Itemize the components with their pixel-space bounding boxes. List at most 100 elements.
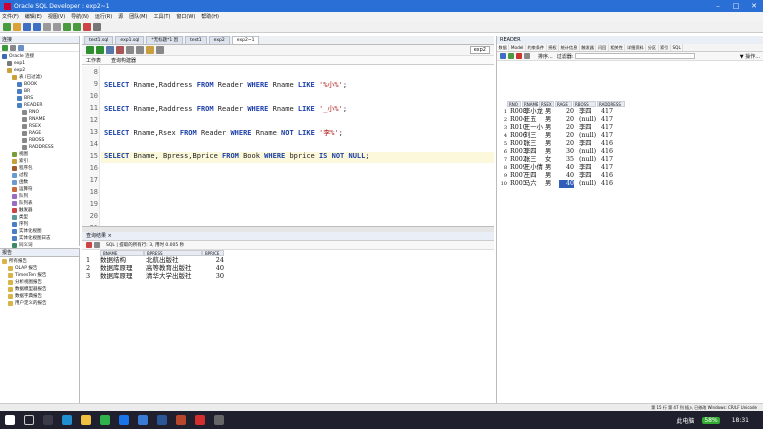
result-cell[interactable]: 数据库原理 bbox=[100, 272, 133, 280]
filter-icon[interactable] bbox=[18, 44, 24, 51]
edge-icon[interactable] bbox=[62, 415, 72, 425]
result-cell[interactable]: 清华大学出版社 bbox=[146, 272, 192, 280]
reader-cell[interactable]: 男 bbox=[545, 116, 551, 124]
reader-tab[interactable]: 详细资料 bbox=[625, 44, 647, 51]
save-icon[interactable] bbox=[23, 22, 31, 31]
tree-item[interactable]: BR bbox=[0, 88, 79, 95]
result-cell[interactable]: 北航出版社 bbox=[146, 256, 179, 264]
app-icon[interactable] bbox=[214, 415, 224, 425]
tab-exp1-sql[interactable]: exp1.sql bbox=[115, 36, 145, 44]
browser-icon[interactable] bbox=[119, 415, 129, 425]
pin-icon[interactable] bbox=[500, 53, 506, 59]
reader-cell[interactable]: 40 bbox=[559, 164, 574, 172]
result-cell[interactable]: 40 bbox=[202, 264, 224, 272]
tree-item[interactable]: exp2 bbox=[0, 67, 79, 74]
close-button[interactable]: ✕ bbox=[745, 0, 763, 12]
report-item[interactable]: 数据字典报告 bbox=[0, 293, 79, 300]
tree-item[interactable]: Oracle 连接 bbox=[0, 53, 79, 60]
explain-plan-icon[interactable] bbox=[126, 46, 134, 54]
reader-cell[interactable]: 男 bbox=[545, 148, 551, 156]
tree-item[interactable]: 函数 bbox=[0, 179, 79, 186]
undo-icon[interactable] bbox=[43, 22, 51, 31]
tree-item[interactable]: 触发器 bbox=[0, 207, 79, 214]
reader-cell[interactable]: 李四 bbox=[579, 124, 592, 132]
clear-icon[interactable] bbox=[146, 46, 154, 54]
reader-tab[interactable]: 数据 bbox=[497, 44, 510, 51]
add-row-icon[interactable] bbox=[508, 53, 514, 59]
report-item[interactable]: 数据模型器报告 bbox=[0, 286, 79, 293]
task-view-icon[interactable] bbox=[43, 415, 53, 425]
tree-item[interactable]: 队列表 bbox=[0, 200, 79, 207]
reader-cell[interactable]: 416 bbox=[601, 140, 613, 148]
reader-cell[interactable]: 王四 bbox=[524, 172, 537, 180]
menu-window[interactable]: 窗口(W) bbox=[176, 13, 195, 20]
reader-tab[interactable]: Model bbox=[509, 44, 526, 51]
query-result-tab[interactable]: 查询结果 × bbox=[82, 232, 494, 241]
tab-test1-sql[interactable]: test1.sql bbox=[84, 36, 114, 44]
tab-exp2[interactable]: exp2 bbox=[208, 36, 230, 44]
reader-cell[interactable]: 417 bbox=[601, 116, 613, 124]
code-line[interactable]: SELECT Rname,Raddress FROM Reader WHERE … bbox=[104, 80, 347, 90]
report-item[interactable]: TimesTen 报告 bbox=[0, 272, 79, 279]
tree-item[interactable]: 程序包 bbox=[0, 165, 79, 172]
reader-cell[interactable]: 417 bbox=[601, 124, 613, 132]
code-line[interactable]: SELECT Rname,Rsex FROM Reader WHERE Rnam… bbox=[104, 128, 343, 138]
open-icon[interactable] bbox=[13, 22, 21, 31]
menu-view[interactable]: 视图(V) bbox=[48, 13, 65, 20]
run-statement-icon[interactable] bbox=[86, 46, 94, 54]
reader-tab[interactable]: 分区 bbox=[646, 44, 659, 51]
reader-cell[interactable]: 417 bbox=[601, 132, 613, 140]
reader-cell[interactable]: 马六 bbox=[524, 180, 537, 188]
reader-column-header[interactable]: RNO bbox=[507, 101, 521, 107]
refresh-icon[interactable] bbox=[10, 44, 16, 51]
forward-icon[interactable] bbox=[73, 22, 81, 31]
tree-item[interactable]: 过程 bbox=[0, 172, 79, 179]
tree-item[interactable]: 视图 bbox=[0, 151, 79, 158]
tree-item[interactable]: RNAME bbox=[0, 116, 79, 123]
sql-editor[interactable]: 8 9 SELECT Rname,Raddress FROM Reader WHER… bbox=[82, 66, 494, 226]
reader-column-header[interactable]: RNAME bbox=[522, 101, 539, 107]
tree-item[interactable]: RADDRESS bbox=[0, 144, 79, 151]
report-item[interactable]: OLAP 报告 bbox=[0, 265, 79, 272]
reader-tab[interactable]: 相关性 bbox=[609, 44, 626, 51]
reader-cell[interactable]: 20 bbox=[559, 132, 574, 140]
tree-item[interactable]: 索引 bbox=[0, 158, 79, 165]
report-item[interactable]: 分析视图报告 bbox=[0, 279, 79, 286]
report-item[interactable]: 用户定义的报告 bbox=[0, 300, 79, 307]
filter-input[interactable] bbox=[575, 53, 696, 59]
tree-item[interactable]: exp1 bbox=[0, 60, 79, 67]
result-cell[interactable]: 高等教育出版社 bbox=[146, 264, 192, 272]
reader-tab[interactable]: 约束条件 bbox=[526, 44, 547, 51]
reader-tab[interactable]: 闪回 bbox=[596, 44, 609, 51]
tree-item[interactable]: 表 (已过滤) bbox=[0, 74, 79, 81]
reader-column-header[interactable]: RADDRESS bbox=[597, 101, 625, 107]
reader-tab[interactable]: 索引 bbox=[659, 44, 671, 51]
menu-source[interactable]: 源 bbox=[118, 13, 123, 20]
reader-cell[interactable]: 李四 bbox=[524, 148, 537, 156]
report-item[interactable]: 所有报告 bbox=[0, 258, 79, 265]
minimize-button[interactable]: – bbox=[709, 0, 727, 12]
result-cell[interactable]: 30 bbox=[202, 272, 224, 280]
reader-cell[interactable]: 男 bbox=[545, 132, 551, 140]
reader-cell[interactable]: 416 bbox=[601, 180, 613, 188]
menu-edit[interactable]: 编辑(E) bbox=[25, 13, 42, 20]
reader-cell[interactable]: 417 bbox=[601, 108, 613, 116]
code-line[interactable]: SELECT Bname, Bpress,Bprice FROM Book WH… bbox=[104, 152, 370, 160]
tree-item[interactable]: READER bbox=[0, 102, 79, 109]
save-all-icon[interactable] bbox=[33, 22, 41, 31]
reader-cell[interactable]: 417 bbox=[601, 164, 613, 172]
reader-cell[interactable]: 男 bbox=[545, 172, 551, 180]
rollback-icon[interactable] bbox=[116, 46, 124, 54]
menu-tools[interactable]: 工具(T) bbox=[153, 13, 170, 20]
tree-item[interactable]: 队列 bbox=[0, 193, 79, 200]
reader-cell[interactable]: 张三 bbox=[524, 140, 537, 148]
tree-item[interactable]: 实体化视图日志 bbox=[0, 235, 79, 242]
reader-column-header[interactable]: RBOSS bbox=[573, 101, 596, 107]
add-connection-icon[interactable] bbox=[2, 44, 8, 51]
ppt-icon[interactable] bbox=[176, 415, 186, 425]
reader-cell[interactable]: (null) bbox=[579, 180, 596, 188]
reader-cell[interactable]: 女 bbox=[545, 156, 551, 164]
actions-menu[interactable]: ▼ 操作... bbox=[740, 53, 760, 60]
new-icon[interactable] bbox=[3, 22, 11, 31]
tree-item[interactable]: 序列 bbox=[0, 221, 79, 228]
